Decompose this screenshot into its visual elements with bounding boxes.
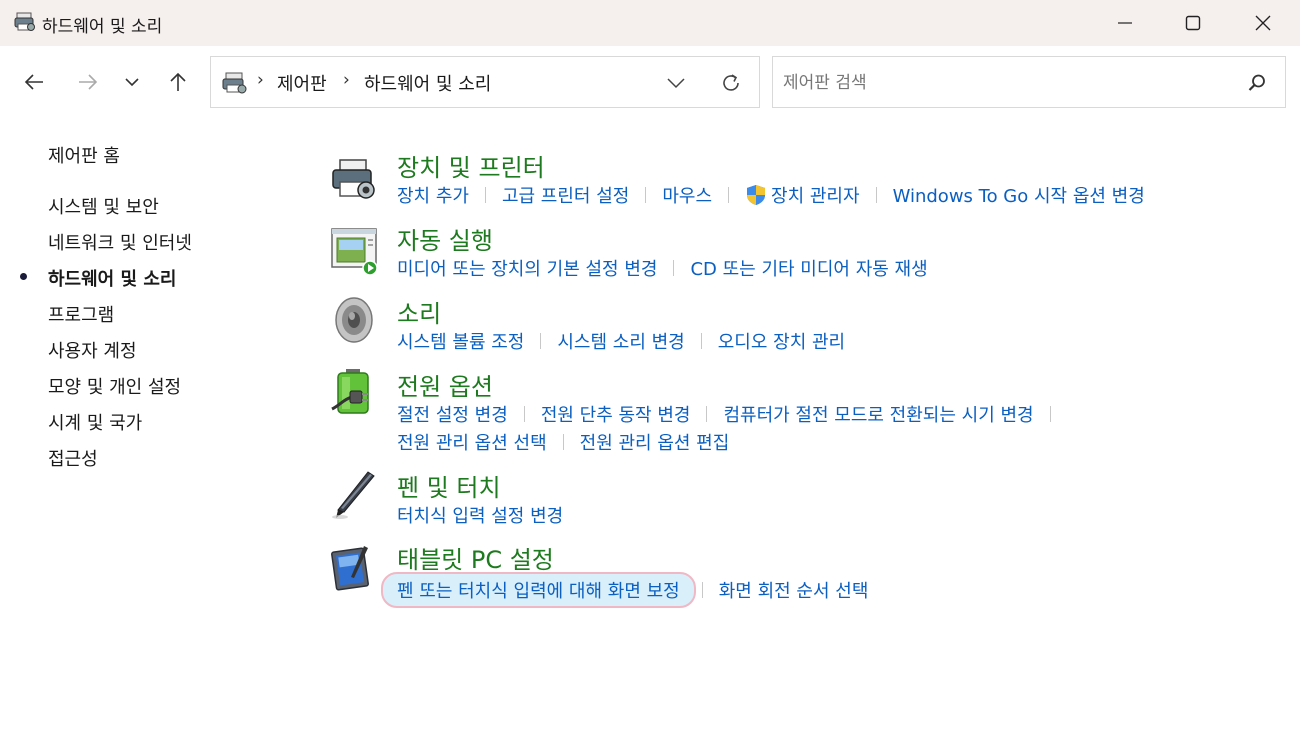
link-divider xyxy=(562,434,564,450)
nav-item-appearance[interactable]: 모양 및 개인 설정 xyxy=(48,373,181,399)
link-row: 전원 관리 옵션 선택 전원 관리 옵션 편집 xyxy=(397,429,729,455)
close-icon xyxy=(1255,15,1271,31)
chevron-down-icon xyxy=(125,78,139,87)
breadcrumb-separator[interactable]: › xyxy=(257,70,264,90)
section-title[interactable]: 자동 실행 xyxy=(397,221,493,256)
link-row: 장치 추가 고급 프린터 설정 마우스 장치 관리자 Windows To Go… xyxy=(397,182,1145,208)
address-dropdown-button[interactable] xyxy=(663,71,689,95)
refresh-icon xyxy=(723,74,739,91)
choose-power-plan-link[interactable]: 전원 관리 옵션 선택 xyxy=(397,429,547,455)
mouse-link[interactable]: 마우스 xyxy=(662,182,712,208)
edit-power-plan-link[interactable]: 전원 관리 옵션 편집 xyxy=(580,429,730,455)
search-icon[interactable] xyxy=(1245,71,1269,95)
chevron-down-icon xyxy=(667,78,685,89)
arrow-up-icon xyxy=(170,72,186,91)
uac-shield-icon xyxy=(747,185,766,205)
autoplay-icon xyxy=(331,228,378,276)
nav-item-accessibility[interactable]: 접근성 xyxy=(48,445,98,471)
link-divider xyxy=(875,187,877,203)
pen-icon xyxy=(332,471,375,519)
nav-item-network-internet[interactable]: 네트워크 및 인터넷 xyxy=(48,229,192,255)
manage-audio-devices-link[interactable]: 오디오 장치 관리 xyxy=(718,328,845,354)
change-default-media-settings-link[interactable]: 미디어 또는 장치의 기본 설정 변경 xyxy=(397,255,657,281)
control-panel-icon xyxy=(222,72,247,94)
link-row: 펜 또는 터치식 입력에 대해 화면 보정 화면 회전 순서 선택 xyxy=(381,572,869,608)
address-bar[interactable]: › 제어판 › 하드웨어 및 소리 xyxy=(210,56,760,108)
minimize-button[interactable] xyxy=(1090,0,1160,46)
link-divider xyxy=(673,260,675,276)
minimize-icon xyxy=(1118,22,1132,24)
maximize-icon xyxy=(1185,15,1201,31)
forward-button[interactable] xyxy=(68,62,108,102)
adjust-system-volume-link[interactable]: 시스템 볼륨 조정 xyxy=(397,328,524,354)
link-row: 절전 설정 변경 전원 단추 동작 변경 컴퓨터가 절전 모드로 전환되는 시기… xyxy=(397,401,1067,427)
arrow-left-icon xyxy=(24,74,43,90)
title-bar: 하드웨어 및 소리 xyxy=(0,0,1300,46)
window-title: 하드웨어 및 소리 xyxy=(42,17,163,37)
change-touch-input-settings-link[interactable]: 터치식 입력 설정 변경 xyxy=(397,502,563,528)
control-panel-home-link[interactable]: 제어판 홈 xyxy=(48,142,120,168)
close-button[interactable] xyxy=(1228,0,1298,46)
nav-item-hardware-sound[interactable]: 하드웨어 및 소리 xyxy=(48,265,176,291)
link-row: 미디어 또는 장치의 기본 설정 변경 CD 또는 기타 미디어 자동 재생 xyxy=(397,255,928,281)
search-input[interactable] xyxy=(783,69,1223,97)
screen-rotation-order-link[interactable]: 화면 회전 순서 선택 xyxy=(719,577,869,603)
section-title[interactable]: 펜 및 터치 xyxy=(397,468,501,503)
arrow-right-icon xyxy=(79,74,98,90)
link-divider xyxy=(540,333,542,349)
recent-locations-button[interactable] xyxy=(112,62,152,102)
link-divider xyxy=(728,187,730,203)
maximize-button[interactable] xyxy=(1158,0,1228,46)
windows-to-go-link[interactable]: Windows To Go 시작 옵션 변경 xyxy=(893,182,1145,208)
link-divider xyxy=(1049,406,1051,422)
back-button[interactable] xyxy=(14,62,54,102)
active-bullet xyxy=(20,273,27,280)
link-row: 터치식 입력 설정 변경 xyxy=(397,502,563,528)
autoplay-cd-link[interactable]: CD 또는 기타 미디어 자동 재생 xyxy=(690,255,927,281)
printer-icon xyxy=(332,159,375,199)
link-divider xyxy=(701,582,703,598)
nav-item-system-security[interactable]: 시스템 및 보안 xyxy=(48,193,159,219)
battery-icon xyxy=(331,369,369,414)
add-device-link[interactable]: 장치 추가 xyxy=(397,182,469,208)
printer-icon xyxy=(14,12,35,31)
change-system-sounds-link[interactable]: 시스템 소리 변경 xyxy=(557,328,684,354)
section-title[interactable]: 소리 xyxy=(397,294,441,329)
link-divider xyxy=(645,187,647,203)
tablet-icon xyxy=(331,546,369,591)
change-power-buttons-link[interactable]: 전원 단추 동작 변경 xyxy=(541,401,691,427)
nav-item-programs[interactable]: 프로그램 xyxy=(48,301,114,327)
nav-item-clock-region[interactable]: 시계 및 국가 xyxy=(48,409,142,435)
advanced-printer-setup-link[interactable]: 고급 프린터 설정 xyxy=(502,182,629,208)
change-sleep-settings-link[interactable]: 절전 설정 변경 xyxy=(397,401,508,427)
section-title[interactable]: 장치 및 프린터 xyxy=(397,148,545,183)
breadcrumb-hardware-sound[interactable]: 하드웨어 및 소리 xyxy=(364,70,491,96)
breadcrumb-control-panel[interactable]: 제어판 xyxy=(277,70,327,96)
link-divider xyxy=(484,187,486,203)
search-box[interactable] xyxy=(772,56,1286,108)
breadcrumb-separator[interactable]: › xyxy=(343,70,350,90)
nav-item-user-accounts[interactable]: 사용자 계정 xyxy=(48,337,137,363)
link-divider xyxy=(706,406,708,422)
section-title[interactable]: 태블릿 PC 설정 xyxy=(397,540,554,575)
calibrate-screen-link[interactable]: 펜 또는 터치식 입력에 대해 화면 보정 xyxy=(381,572,696,608)
link-row: 시스템 볼륨 조정 시스템 소리 변경 오디오 장치 관리 xyxy=(397,328,845,354)
change-sleep-timing-link[interactable]: 컴퓨터가 절전 모드로 전환되는 시기 변경 xyxy=(723,401,1033,427)
link-divider xyxy=(523,406,525,422)
speaker-icon xyxy=(335,297,373,343)
section-title[interactable]: 전원 옵션 xyxy=(397,367,493,402)
device-manager-link[interactable]: 장치 관리자 xyxy=(771,182,860,208)
refresh-button[interactable] xyxy=(717,69,745,97)
link-divider xyxy=(700,333,702,349)
up-button[interactable] xyxy=(158,62,198,102)
